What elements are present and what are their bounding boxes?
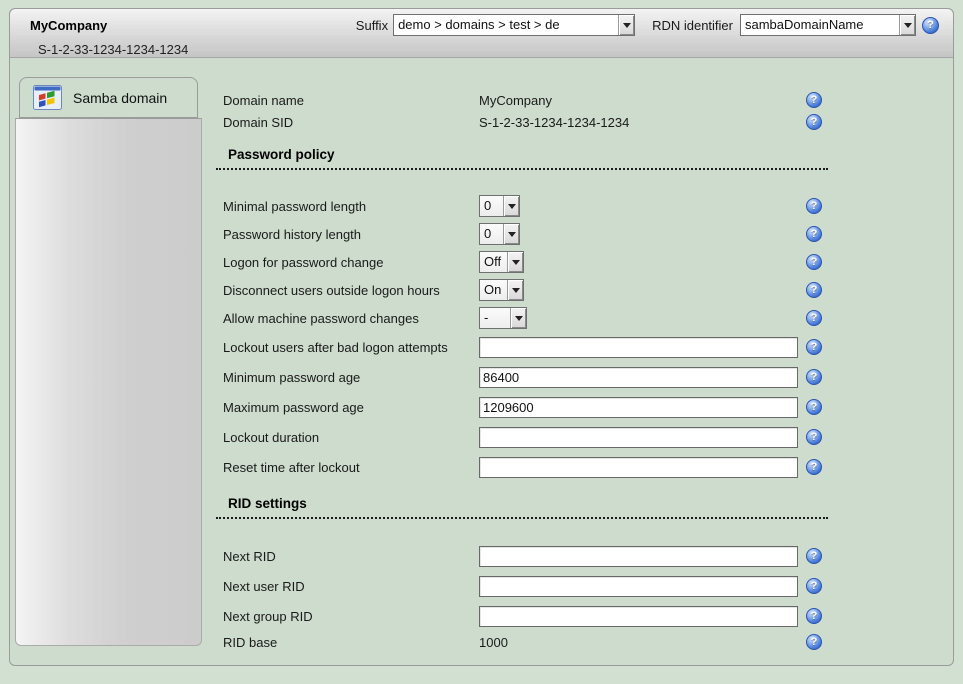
help-icon[interactable]	[806, 310, 822, 326]
reset-time-after-lockout-row: Reset time after lockout	[216, 452, 828, 482]
rid-base-value: 1000	[479, 635, 508, 650]
domain-sid-label: Domain SID	[216, 115, 479, 130]
tab-samba-domain-label: Samba domain	[73, 90, 167, 106]
logon-for-password-change-label: Logon for password change	[216, 255, 479, 270]
suffix-select[interactable]: demo > domains > test > de	[393, 14, 635, 36]
maximum-password-age-input[interactable]	[479, 397, 798, 418]
select-value: 0	[480, 196, 503, 216]
maximum-password-age-row: Maximum password age	[216, 392, 828, 422]
help-icon[interactable]	[806, 608, 822, 624]
help-icon[interactable]	[806, 339, 822, 355]
allow-machine-password-changes-select[interactable]: -	[479, 307, 527, 329]
windows-logo-icon	[33, 85, 62, 110]
help-icon[interactable]	[806, 634, 822, 650]
allow-machine-password-changes-row: Allow machine password changes -	[216, 304, 828, 332]
lockout-users-label: Lockout users after bad logon attempts	[216, 340, 479, 355]
reset-time-after-lockout-input[interactable]	[479, 457, 798, 478]
select-value: 0	[480, 224, 503, 244]
rdn-identifier-select[interactable]: sambaDomainName	[740, 14, 916, 36]
help-icon[interactable]	[806, 114, 822, 130]
disconnect-users-row: Disconnect users outside logon hours On	[216, 276, 828, 304]
domain-sid-row: Domain SID S-1-2-33-1234-1234-1234	[216, 111, 828, 133]
domain-name-label: Domain name	[216, 93, 479, 108]
help-icon[interactable]	[806, 578, 822, 594]
suffix-select-value: demo > domains > test > de	[394, 15, 618, 35]
chevron-down-icon	[618, 15, 634, 35]
rid-base-row: RID base 1000	[216, 631, 828, 653]
domain-sid-value: S-1-2-33-1234-1234-1234	[479, 115, 629, 130]
chevron-down-icon	[503, 224, 519, 244]
help-icon[interactable]	[922, 17, 939, 34]
next-group-rid-input[interactable]	[479, 606, 798, 627]
chevron-down-icon	[899, 15, 915, 35]
tab-samba-domain[interactable]: Samba domain	[19, 77, 198, 118]
next-user-rid-label: Next user RID	[216, 579, 479, 594]
reset-time-after-lockout-label: Reset time after lockout	[216, 460, 479, 475]
help-icon[interactable]	[806, 548, 822, 564]
help-icon[interactable]	[806, 92, 822, 108]
page-title: MyCompany	[30, 18, 107, 33]
next-group-rid-row: Next group RID	[216, 601, 828, 631]
domain-sid-subtitle: S-1-2-33-1234-1234-1234	[38, 42, 188, 57]
password-policy-heading: Password policy	[216, 147, 828, 170]
disconnect-users-label: Disconnect users outside logon hours	[216, 283, 479, 298]
lockout-users-row: Lockout users after bad logon attempts	[216, 332, 828, 362]
title-bar: MyCompany Suffix demo > domains > test >…	[10, 9, 953, 58]
allow-machine-password-changes-label: Allow machine password changes	[216, 311, 479, 326]
help-icon[interactable]	[806, 399, 822, 415]
next-user-rid-row: Next user RID	[216, 571, 828, 601]
rid-base-label: RID base	[216, 635, 479, 650]
minimal-password-length-select[interactable]: 0	[479, 195, 520, 217]
suffix-label: Suffix	[356, 18, 388, 33]
logon-for-password-change-select[interactable]: Off	[479, 251, 524, 273]
password-history-length-label: Password history length	[216, 227, 479, 242]
lockout-users-input[interactable]	[479, 337, 798, 358]
minimum-password-age-input[interactable]	[479, 367, 798, 388]
samba-domain-editor-window: MyCompany Suffix demo > domains > test >…	[9, 8, 954, 666]
select-value: -	[480, 308, 510, 328]
rid-settings-heading: RID settings	[216, 496, 828, 519]
settings-form: Domain name MyCompany Domain SID S-1-2-3…	[216, 89, 828, 653]
help-icon[interactable]	[806, 459, 822, 475]
help-icon[interactable]	[806, 254, 822, 270]
minimal-password-length-label: Minimal password length	[216, 199, 479, 214]
help-icon[interactable]	[806, 282, 822, 298]
minimum-password-age-label: Minimum password age	[216, 370, 479, 385]
lockout-duration-label: Lockout duration	[216, 430, 479, 445]
select-value: On	[480, 280, 507, 300]
help-icon[interactable]	[806, 369, 822, 385]
minimal-password-length-row: Minimal password length 0	[216, 192, 828, 220]
select-value: Off	[480, 252, 507, 272]
lockout-duration-input[interactable]	[479, 427, 798, 448]
domain-name-value: MyCompany	[479, 93, 552, 108]
maximum-password-age-label: Maximum password age	[216, 400, 479, 415]
password-history-length-row: Password history length 0	[216, 220, 828, 248]
chevron-down-icon	[507, 252, 523, 272]
rdn-identifier-label: RDN identifier	[652, 18, 733, 33]
sidebar-panel	[15, 118, 202, 646]
chevron-down-icon	[510, 308, 526, 328]
lockout-duration-row: Lockout duration	[216, 422, 828, 452]
domain-name-row: Domain name MyCompany	[216, 89, 828, 111]
next-rid-input[interactable]	[479, 546, 798, 567]
password-history-length-select[interactable]: 0	[479, 223, 520, 245]
next-user-rid-input[interactable]	[479, 576, 798, 597]
logon-for-password-change-row: Logon for password change Off	[216, 248, 828, 276]
disconnect-users-select[interactable]: On	[479, 279, 524, 301]
rdn-select-value: sambaDomainName	[741, 15, 899, 35]
minimum-password-age-row: Minimum password age	[216, 362, 828, 392]
chevron-down-icon	[507, 280, 523, 300]
help-icon[interactable]	[806, 198, 822, 214]
help-icon[interactable]	[806, 226, 822, 242]
next-group-rid-label: Next group RID	[216, 609, 479, 624]
next-rid-row: Next RID	[216, 541, 828, 571]
next-rid-label: Next RID	[216, 549, 479, 564]
help-icon[interactable]	[806, 429, 822, 445]
chevron-down-icon	[503, 196, 519, 216]
